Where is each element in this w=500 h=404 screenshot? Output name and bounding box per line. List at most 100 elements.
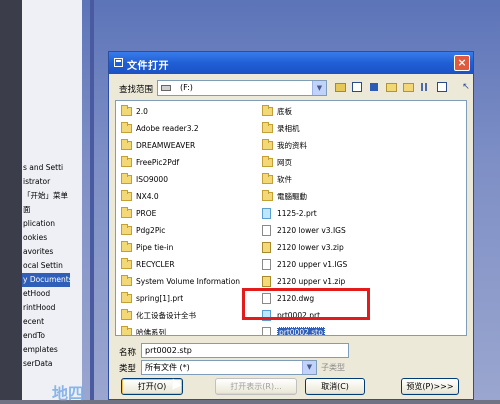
background-folder-item[interactable]: avorites [22,245,70,259]
folder-icon [262,173,273,184]
close-button[interactable]: × [454,55,470,71]
new-folder-icon[interactable] [384,80,398,94]
background-folder-item[interactable]: ocal Settin [22,259,70,273]
folder-icon [262,190,273,201]
background-folder-item[interactable]: etHood [22,287,70,301]
folder-icon [121,326,132,335]
file-item-label: System Volume Information [136,277,241,286]
desktop-icon[interactable] [367,80,381,94]
file-item[interactable]: FreePic2Pdf [120,154,260,171]
file-item[interactable]: 化工设备设计全书 [120,307,260,324]
left-dark-strip [0,0,22,400]
file-icon [262,242,271,253]
file-open-dialog: 文件打开 × 查找范围 (F:) ▼ ↖ 2.0 Adobe reader3.2 D… [108,51,474,400]
folder-icon [121,122,132,133]
file-item-label: DREAMWEAVER [136,141,196,150]
background-folder-item[interactable]: y Documents [22,273,70,287]
file-item-label: 化工设备设计全书 [136,311,196,320]
filetype-select[interactable]: 所有文件 (*) ▼ [141,360,317,375]
file-item[interactable]: ISO9000 [120,171,260,188]
dialog-buttons: 打开(O) 打开表示(R)... 取消(C) 预览(P)>>> [109,378,473,398]
file-item[interactable]: 网页 [261,154,461,171]
folder-icon [121,258,132,269]
file-item[interactable]: 2120 lower v3.IGS [261,222,461,239]
lookin-combo[interactable]: (F:) ▼ [157,80,327,96]
file-item[interactable]: System Volume Information [120,273,260,290]
file-item[interactable]: 哈佛系列 [120,324,260,336]
folder-icon [121,207,132,218]
file-item-label: 软件 [277,175,292,184]
background-folder-item[interactable]: istrator [22,175,70,189]
file-item[interactable]: RECYCLER [120,256,260,273]
file-icon [262,259,271,270]
file-item-label: 2120 lower v3.IGS [277,226,346,235]
file-item[interactable]: Pdg2Pic [120,222,260,239]
background-folder-item[interactable]: 「开始」菜单 [22,189,70,203]
file-item[interactable]: DREAMWEAVER [120,137,260,154]
background-folder-item[interactable]: s and Setti [22,161,70,175]
file-item-label: 2.0 [136,107,148,116]
up-folder-icon[interactable] [333,80,347,94]
folder-icon [121,190,132,201]
file-item[interactable]: PROE [120,205,260,222]
file-item[interactable]: NX4.0 [120,188,260,205]
help-icon[interactable]: ↖ [459,80,473,94]
folder-icon [262,156,273,167]
filetype-label: 类型 [119,364,137,374]
file-icon [262,208,271,219]
file-item-label: NX4.0 [136,192,159,201]
dialog-titlebar[interactable]: 文件打开 × [109,52,473,74]
file-item[interactable]: 录相机 [261,120,461,137]
highlight-annotation-box [242,288,370,320]
dialog-toolbar: ↖ [333,80,473,96]
background-folder-item[interactable]: rintHood [22,301,70,315]
file-item-label: 電腦驅動 [277,192,307,201]
file-item-label: Pipe tie-in [136,243,174,252]
file-item[interactable]: prt0002.stp [261,324,461,336]
cancel-button[interactable]: 取消(C) [305,378,365,395]
file-item[interactable]: 我的资料 [261,137,461,154]
view-menu-icon[interactable] [435,80,449,94]
background-folder-item[interactable]: endTo [22,329,70,343]
preview-button[interactable]: 预览(P)>>> [401,378,459,395]
file-item-label: Adobe reader3.2 [136,124,199,133]
lookin-label: 查找范围 [119,85,154,95]
file-item[interactable]: 2.0 [120,103,260,120]
file-item[interactable]: spring[1].prt [120,290,260,307]
background-folder-item[interactable]: plication [22,217,70,231]
folder-icon [121,241,132,252]
dialog-title: 文件打开 [127,61,169,72]
file-item-label: 2120 upper v1.zip [277,277,346,286]
file-item-label: 网页 [277,158,292,167]
file-item-label: spring[1].prt [136,294,184,303]
file-item-label: 1125-2.prt [277,209,317,218]
file-item[interactable]: 2120 lower v3.zip [261,239,461,256]
file-item-label: 录相机 [277,124,300,133]
folder-icon[interactable] [401,80,415,94]
file-item[interactable]: 2120 upper v1.IGS [261,256,461,273]
file-item[interactable]: 1125-2.prt [261,205,461,222]
background-folder-item[interactable]: ookies [22,231,70,245]
file-item[interactable]: Adobe reader3.2 [120,120,260,137]
file-item[interactable]: 底板 [261,103,461,120]
list-view-icon[interactable] [418,80,432,94]
folder-icon [262,105,273,116]
file-icon [262,327,271,335]
background-folder-item[interactable]: 面 [22,203,70,217]
file-item[interactable]: Pipe tie-in [120,239,260,256]
file-item-label: Pdg2Pic [136,226,166,235]
open-preview-button[interactable]: 打开表示(R)... [215,378,297,395]
chevron-down-icon[interactable]: ▼ [302,361,316,374]
background-folder-item[interactable]: emplates [22,343,70,357]
chevron-down-icon[interactable]: ▼ [312,81,326,95]
frame-icon[interactable] [350,80,364,94]
file-item[interactable]: 软件 [261,171,461,188]
background-folder-item[interactable]: ecent [22,315,70,329]
folder-icon [121,173,132,184]
file-item[interactable]: 電腦驅動 [261,188,461,205]
file-item-label: 哈佛系列 [136,328,166,336]
file-item-label: prt0002.stp [277,327,325,336]
filename-input[interactable]: prt0002.stp [141,343,349,358]
background-folder-item[interactable]: serData [22,357,70,371]
file-item-label: 2120 upper v1.IGS [277,260,348,269]
